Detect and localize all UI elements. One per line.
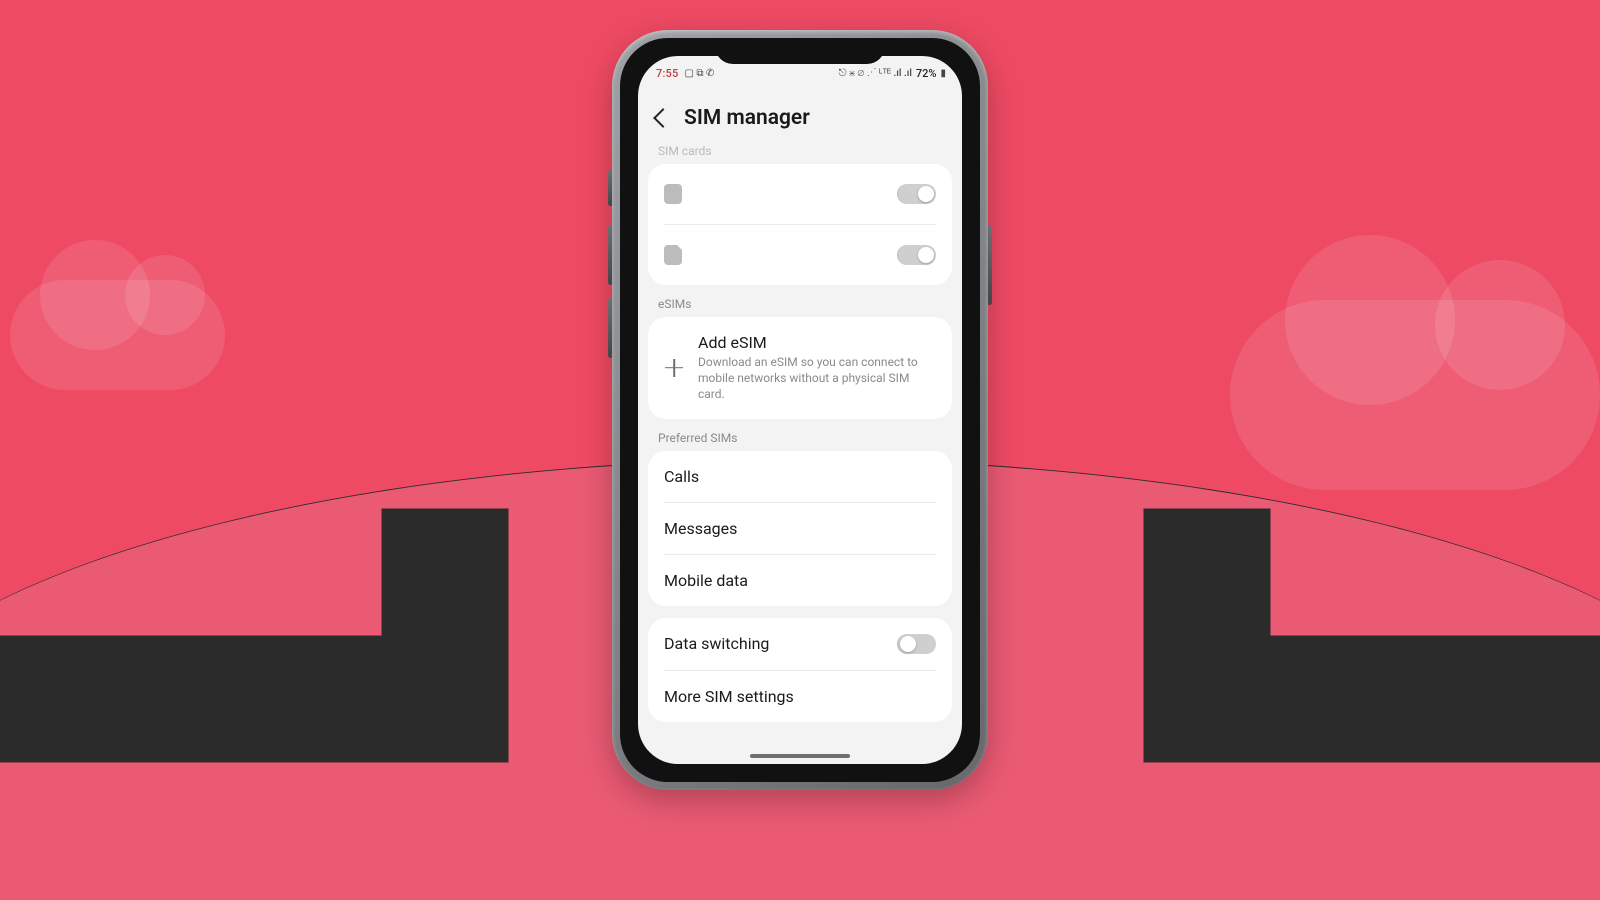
esim-card: Add eSIM Download an eSIM so you can con…	[648, 317, 952, 419]
cloud-illustration	[1230, 300, 1600, 490]
sim-cards-card	[648, 164, 952, 285]
status-battery-text: 72%	[916, 67, 937, 80]
preferred-calls-row[interactable]: Calls	[648, 451, 952, 502]
phone-mockup: 7:55 ▢ ⧉ ✆ ⎋ ⋇ ⌀ ⋰ ᴸᵀᴱ .ıl .ıl 72% ▮ SIM…	[612, 30, 988, 790]
status-left-icons: ▢ ⧉ ✆	[684, 68, 714, 79]
more-sim-settings-row[interactable]: More SIM settings	[648, 671, 952, 722]
back-icon[interactable]	[653, 108, 673, 128]
data-switching-toggle[interactable]	[897, 634, 936, 654]
section-label-esims: eSIMs	[638, 297, 962, 317]
phone-screen: 7:55 ▢ ⧉ ✆ ⎋ ⋇ ⌀ ⋰ ᴸᵀᴱ .ıl .ıl 72% ▮ SIM…	[638, 56, 962, 764]
background-stage: 7:55 ▢ ⧉ ✆ ⎋ ⋇ ⌀ ⋰ ᴸᵀᴱ .ıl .ıl 72% ▮ SIM…	[0, 0, 1600, 900]
cloud-illustration	[10, 280, 225, 390]
sim-card-1-toggle[interactable]	[897, 184, 936, 204]
preferred-calls-label: Calls	[664, 467, 936, 486]
sim-card-2-toggle[interactable]	[897, 245, 936, 265]
sim-icon	[664, 184, 682, 204]
preferred-mobile-data-label: Mobile data	[664, 571, 936, 590]
preferred-messages-label: Messages	[664, 519, 936, 538]
data-switching-row[interactable]: Data switching	[648, 618, 952, 670]
sim-card-row-1[interactable]	[648, 164, 952, 224]
preferred-sims-card: Calls Messages Mobile data	[648, 451, 952, 606]
section-label-sim-cards: SIM cards	[638, 144, 962, 164]
extra-settings-card: Data switching More SIM settings	[648, 618, 952, 722]
add-esim-subtitle: Download an eSIM so you can connect to m…	[698, 354, 936, 403]
preferred-mobile-data-row[interactable]: Mobile data	[648, 555, 952, 606]
preferred-messages-row[interactable]: Messages	[648, 503, 952, 554]
add-esim-row[interactable]: Add eSIM Download an eSIM so you can con…	[648, 317, 952, 419]
battery-icon: ▮	[940, 68, 946, 79]
data-switching-label: Data switching	[664, 634, 883, 653]
section-label-preferred: Preferred SIMs	[638, 431, 962, 451]
more-sim-settings-label: More SIM settings	[664, 687, 936, 706]
status-right-icons: ⎋ ⋇ ⌀ ⋰ ᴸᵀᴱ .ıl .ıl	[839, 68, 912, 79]
page-title: SIM manager	[684, 106, 810, 130]
home-indicator[interactable]	[750, 754, 850, 758]
sim-card-row-2[interactable]	[648, 225, 952, 285]
phone-notch	[715, 38, 885, 64]
add-esim-title: Add eSIM	[698, 333, 936, 352]
sim-icon	[664, 245, 682, 265]
status-time: 7:55	[656, 67, 678, 80]
plus-icon	[664, 358, 684, 378]
app-header: SIM manager	[638, 86, 962, 144]
